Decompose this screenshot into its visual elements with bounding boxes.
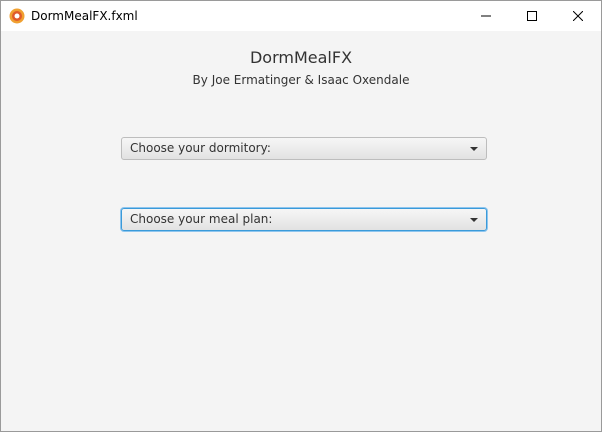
title-bar[interactable]: DormMealFX.fxml <box>1 1 601 31</box>
close-button[interactable] <box>555 1 601 31</box>
window-title: DormMealFX.fxml <box>31 9 138 23</box>
maximize-button[interactable] <box>509 1 555 31</box>
chevron-down-icon <box>470 147 478 151</box>
main-content: DormMealFX By Joe Ermatinger & Isaac Oxe… <box>1 31 601 431</box>
authors-credit: By Joe Ermatinger & Isaac Oxendale <box>192 73 410 87</box>
minimize-icon <box>481 15 491 17</box>
close-icon <box>573 11 583 21</box>
dormitory-select[interactable]: Choose your dormitory: <box>121 137 487 160</box>
dormitory-select-value: Choose your dormitory: <box>130 141 271 155</box>
app-window: DormMealFX.fxml DormMealFX By Joe Ermati… <box>0 0 602 432</box>
minimize-button[interactable] <box>463 1 509 31</box>
page-title: DormMealFX <box>249 48 353 67</box>
chevron-down-icon <box>470 218 478 222</box>
meal-plan-select-value: Choose your meal plan: <box>130 212 273 226</box>
app-icon <box>9 8 25 24</box>
meal-plan-select[interactable]: Choose your meal plan: <box>121 208 487 231</box>
maximize-icon <box>527 11 537 21</box>
